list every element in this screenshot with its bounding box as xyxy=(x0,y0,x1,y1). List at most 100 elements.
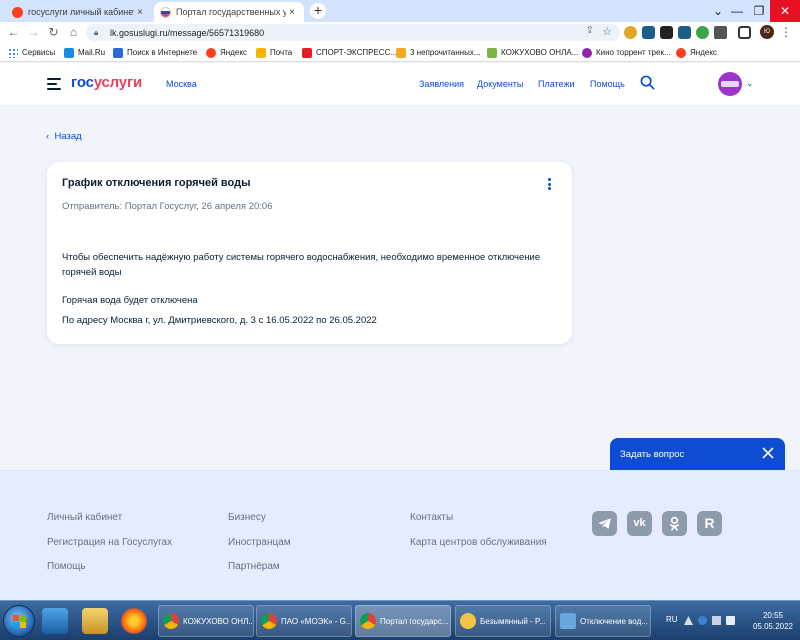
extension-icon[interactable] xyxy=(696,26,709,39)
bookmark-item[interactable]: Яндекс xyxy=(676,46,717,59)
browser-tab-yandex[interactable]: госуслуги личный кабинет — Ян × xyxy=(6,2,152,22)
more-vertical-icon[interactable] xyxy=(548,178,552,190)
close-window-button[interactable]: ✕ xyxy=(770,0,800,22)
search-icon xyxy=(113,47,123,58)
star-icon[interactable]: ☆ xyxy=(602,25,612,38)
bookmark-item[interactable]: СПОРТ-ЭКСПРЕСС... xyxy=(302,46,397,59)
tab-title: Портал государственных услуг Ро xyxy=(176,7,286,17)
reload-icon[interactable]: ↻ xyxy=(46,25,61,40)
footer-link[interactable]: Регистрация на Госуслугах xyxy=(47,537,172,548)
back-link[interactable]: ‹ Назад xyxy=(46,131,82,142)
bookmark-item[interactable]: Почта xyxy=(256,46,292,59)
mail-icon xyxy=(256,47,266,58)
yandex-icon xyxy=(206,47,216,58)
share-icon[interactable]: ⇪ xyxy=(586,25,594,36)
puzzle-icon[interactable] xyxy=(714,26,727,39)
chrome-icon xyxy=(163,613,179,629)
footer-link[interactable]: Иностранцам xyxy=(228,537,291,548)
extension-icon[interactable] xyxy=(678,26,691,39)
home-icon[interactable]: ⌂ xyxy=(66,25,81,40)
message-sender: Отправитель: Портал Госуслуг, 26 апреля … xyxy=(62,201,273,212)
torrent-icon xyxy=(582,47,592,58)
taskbar-item[interactable]: Портал государс... xyxy=(355,605,451,637)
tray-arrow-icon[interactable] xyxy=(684,616,693,625)
nav-documents[interactable]: Документы xyxy=(477,79,523,89)
odnoklassniki-icon[interactable] xyxy=(662,511,687,536)
bookmark-item[interactable]: 3 непрочитанных... xyxy=(396,46,481,59)
paint-icon xyxy=(460,613,476,629)
ask-question-label: Задать вопрос xyxy=(620,448,685,460)
message-body-notice: Горячая вода будет отключена xyxy=(62,295,198,306)
vk-icon[interactable]: vk xyxy=(627,511,652,536)
photo-viewer-icon xyxy=(560,613,576,629)
footer-link[interactable]: Партнёрам xyxy=(228,561,280,572)
windows-start-button[interactable] xyxy=(3,605,35,637)
close-icon[interactable] xyxy=(761,446,775,460)
bookmark-item[interactable]: Яндекс xyxy=(206,46,247,59)
message-body-address: По адресу Москва г, ул. Дмитриевского, д… xyxy=(62,315,377,326)
extension-icon[interactable] xyxy=(642,26,655,39)
network-icon[interactable] xyxy=(712,616,721,625)
system-clock[interactable]: 20:55 05.05.2022 xyxy=(750,610,796,632)
bookmark-item[interactable]: Mail.Ru xyxy=(64,46,105,59)
maximize-button[interactable]: ❐ xyxy=(746,0,772,22)
volume-icon[interactable] xyxy=(726,616,735,625)
search-icon[interactable] xyxy=(640,75,655,90)
browser-tab-bar: госуслуги личный кабинет — Ян × Портал г… xyxy=(0,0,800,22)
bookmark-item[interactable]: Поиск в Интернете xyxy=(113,46,197,59)
browser-menu-icon[interactable]: ⋮ xyxy=(780,25,792,39)
browser-tab-gosuslugi[interactable]: Портал государственных услуг Ро × xyxy=(154,2,304,22)
media-player-icon[interactable] xyxy=(42,608,68,634)
nav-applications[interactable]: Заявления xyxy=(419,79,464,89)
footer-link[interactable]: Помощь xyxy=(47,561,86,572)
chrome-icon xyxy=(261,613,277,629)
taskbar-item[interactable]: ПАО «МОЭК» - G... xyxy=(256,605,352,637)
user-avatar[interactable] xyxy=(718,72,742,96)
nav-help[interactable]: Помощь xyxy=(590,79,625,89)
yandex-icon xyxy=(12,6,23,18)
sport-express-icon xyxy=(302,47,312,58)
clock-date: 05.05.2022 xyxy=(752,622,794,631)
ask-question-button[interactable]: Задать вопрос xyxy=(610,438,785,470)
chevron-left-icon: ‹ xyxy=(46,131,50,142)
message-title: График отключения горячей воды xyxy=(62,177,251,189)
bookmark-item[interactable]: КОЖУХОВО ОНЛА... xyxy=(487,46,578,59)
new-tab-button[interactable]: + xyxy=(310,3,326,19)
taskbar-item[interactable]: КОЖУХОВО ОНЛ... xyxy=(158,605,254,637)
taskbar-item[interactable]: Отключение вод... xyxy=(555,605,651,637)
footer-link[interactable]: Карта центров обслуживания xyxy=(410,537,547,548)
windows-taskbar: КОЖУХОВО ОНЛ... ПАО «МОЭК» - G... Портал… xyxy=(0,600,800,640)
extension-icon[interactable] xyxy=(624,26,637,39)
mailru-icon xyxy=(64,47,74,58)
firefox-icon[interactable] xyxy=(121,608,147,634)
site-footer: Личный кабинет Регистрация на Госуслугах… xyxy=(0,470,800,600)
taskbar-item[interactable]: Безымянный - P... xyxy=(455,605,551,637)
close-icon[interactable]: × xyxy=(286,7,298,18)
tray-app-icon[interactable] xyxy=(698,616,707,625)
extension-icon[interactable] xyxy=(660,26,673,39)
telegram-icon[interactable] xyxy=(592,511,617,536)
footer-link[interactable]: Бизнесу xyxy=(228,512,266,523)
gosuslugi-flag-icon xyxy=(160,6,171,18)
bookmark-item[interactable]: Сервисы xyxy=(8,46,55,59)
gosuslugi-logo[interactable]: госуслуги xyxy=(71,74,142,91)
side-panel-icon[interactable] xyxy=(738,26,751,39)
bookmark-item[interactable]: Кино торрент трек... xyxy=(582,46,671,59)
apps-grid-icon xyxy=(8,47,18,58)
rutube-icon[interactable]: R xyxy=(697,511,722,536)
url-field[interactable]: 🔒︎ lk.gosuslugi.ru/message/56571319680 ⇪… xyxy=(86,24,620,41)
city-selector[interactable]: Москва xyxy=(166,79,197,89)
nav-payments[interactable]: Платежи xyxy=(538,79,575,89)
forward-arrow-icon[interactable]: → xyxy=(26,25,41,40)
folder-icon[interactable] xyxy=(82,608,108,634)
chrome-icon xyxy=(360,613,376,629)
footer-link[interactable]: Контакты xyxy=(410,512,453,523)
chevron-down-icon[interactable]: ⌄ xyxy=(746,78,754,89)
profile-avatar[interactable]: Ю xyxy=(760,25,774,39)
mail-icon xyxy=(396,47,406,58)
back-arrow-icon[interactable]: ← xyxy=(6,25,21,40)
language-indicator[interactable]: RU xyxy=(666,615,678,624)
footer-link[interactable]: Личный кабинет xyxy=(47,512,122,523)
hamburger-menu-icon[interactable] xyxy=(47,78,61,90)
close-icon[interactable]: × xyxy=(134,7,146,18)
